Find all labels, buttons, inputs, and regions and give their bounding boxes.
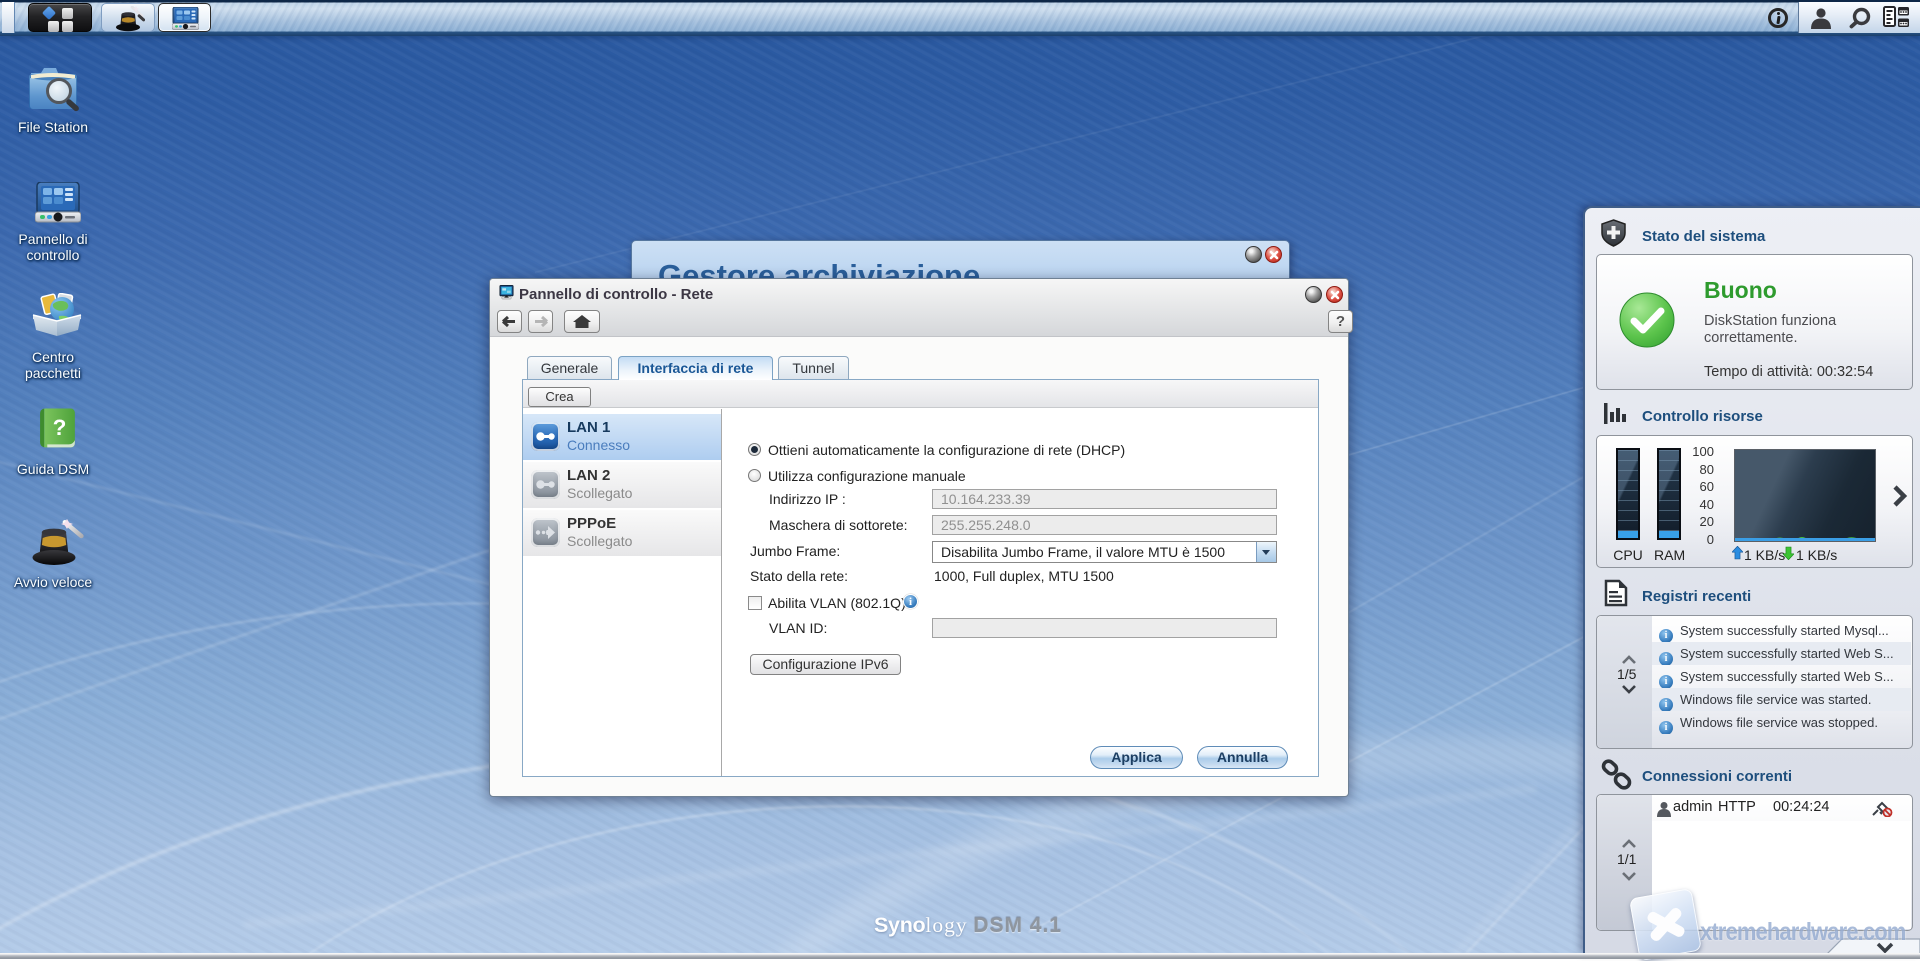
svg-text:?: ? [53, 415, 67, 440]
